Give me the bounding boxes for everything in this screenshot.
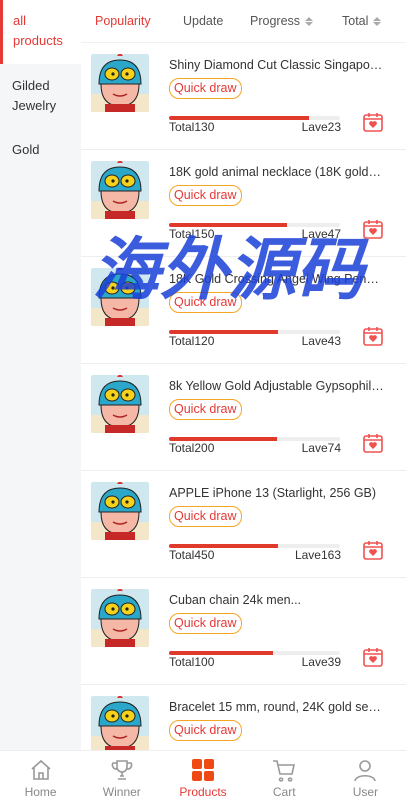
product-card[interactable]: Cuban chain 24k men... Quick draw Total1… (81, 578, 406, 685)
tab-products[interactable]: Products (162, 751, 243, 799)
sort-update[interactable]: Update (183, 14, 223, 28)
product-title[interactable]: Cuban chain 24k men... (169, 593, 384, 607)
remaining-count: Lave43 (301, 334, 341, 348)
product-thumbnail[interactable] (91, 161, 149, 219)
total-count: Total100 (169, 655, 215, 669)
sort-total-label: Total (342, 14, 369, 28)
product-card[interactable]: 8k Yellow Gold Adjustable Gypsophila Bra… (81, 364, 406, 471)
sort-progress-label: Progress (250, 14, 301, 28)
calendar-heart-icon[interactable] (362, 325, 384, 347)
tab-home-label: Home (24, 785, 57, 799)
tab-home[interactable]: Home (0, 751, 81, 799)
calendar-heart-icon[interactable] (362, 218, 384, 240)
product-thumbnail[interactable] (91, 375, 149, 433)
product-title[interactable]: Shiny Diamond Cut Classic Singapore Chai… (169, 58, 384, 72)
product-thumbnail[interactable] (91, 54, 149, 112)
product-card[interactable]: APPLE iPhone 13 (Starlight, 256 GB) Quic… (81, 471, 406, 578)
tab-cart[interactable]: Cart (244, 751, 325, 799)
quick-draw-button[interactable]: Quick draw (169, 185, 242, 206)
total-count: Total130 (169, 120, 215, 134)
calendar-heart-icon[interactable] (362, 432, 384, 454)
quick-draw-button[interactable]: Quick draw (169, 399, 242, 420)
product-card[interactable]: 18K gold animal necklace (18K gold chain… (81, 150, 406, 257)
category-sidebar: all products Gilded Jewelry Gold (0, 0, 81, 750)
sort-total[interactable]: Total (342, 14, 382, 28)
tab-user[interactable]: User (325, 751, 406, 799)
product-title[interactable]: 8k Yellow Gold Adjustable Gypsophila Bra… (169, 379, 384, 393)
bottom-tab-bar: Home Winner Products Cart User (0, 750, 406, 799)
quick-draw-button[interactable]: Quick draw (169, 613, 242, 634)
sidebar-item-gilded-jewelry[interactable]: Gilded Jewelry (0, 64, 81, 128)
sort-bar: Popularity Update Progress Total (81, 0, 406, 43)
tab-cart-label: Cart (272, 785, 296, 799)
sort-arrows-icon (373, 16, 382, 26)
quick-draw-button[interactable]: Quick draw (169, 720, 242, 741)
trophy-icon (111, 760, 133, 780)
product-thumbnail[interactable] (91, 696, 149, 750)
quick-draw-button[interactable]: Quick draw (169, 292, 242, 313)
sort-update-label: Update (183, 14, 224, 28)
total-count: Total450 (169, 548, 215, 562)
remaining-count: Lave23 (301, 120, 341, 134)
sort-progress[interactable]: Progress (250, 14, 314, 28)
product-card[interactable]: Bracelet 15 mm, round, 24K gold semi-sol… (81, 685, 406, 750)
cart-icon (273, 760, 296, 782)
grid-icon (192, 759, 214, 781)
tab-winner[interactable]: Winner (81, 751, 162, 799)
product-title[interactable]: APPLE iPhone 13 (Starlight, 256 GB) (169, 486, 384, 500)
remaining-count: Lave39 (301, 655, 341, 669)
remaining-count: Lave47 (301, 227, 341, 241)
product-thumbnail[interactable] (91, 268, 149, 326)
calendar-heart-icon[interactable] (362, 539, 384, 561)
sort-popularity[interactable]: Popularity (95, 14, 151, 28)
tab-products-label: Products (179, 785, 227, 799)
total-count: Total120 (169, 334, 215, 348)
product-list: Shiny Diamond Cut Classic Singapore Chai… (81, 43, 406, 750)
remaining-count: Lave163 (294, 548, 341, 562)
product-title[interactable]: Bracelet 15 mm, round, 24K gold semi-sol… (169, 700, 384, 714)
tab-user-label: User (352, 785, 379, 799)
sidebar-item-all-products[interactable]: all products (0, 0, 81, 64)
user-icon (354, 760, 377, 782)
product-title[interactable]: 18K Gold Crossing Angel Wing Pendant (169, 272, 384, 286)
calendar-heart-icon[interactable] (362, 111, 384, 133)
product-title[interactable]: 18K gold animal necklace (18K gold chain… (169, 165, 384, 179)
tab-winner-label: Winner (102, 785, 141, 799)
remaining-count: Lave74 (301, 441, 341, 455)
product-thumbnail[interactable] (91, 482, 149, 540)
product-card[interactable]: Shiny Diamond Cut Classic Singapore Chai… (81, 43, 406, 150)
product-card[interactable]: 18K Gold Crossing Angel Wing Pendant Qui… (81, 257, 406, 364)
sidebar-item-gold[interactable]: Gold (0, 128, 81, 172)
calendar-heart-icon[interactable] (362, 646, 384, 668)
quick-draw-button[interactable]: Quick draw (169, 78, 242, 99)
sort-arrows-icon (305, 16, 314, 26)
sort-popularity-label: Popularity (95, 14, 151, 28)
total-count: Total200 (169, 441, 215, 455)
product-thumbnail[interactable] (91, 589, 149, 647)
home-icon (31, 759, 51, 780)
quick-draw-button[interactable]: Quick draw (169, 506, 242, 527)
total-count: Total150 (169, 227, 215, 241)
